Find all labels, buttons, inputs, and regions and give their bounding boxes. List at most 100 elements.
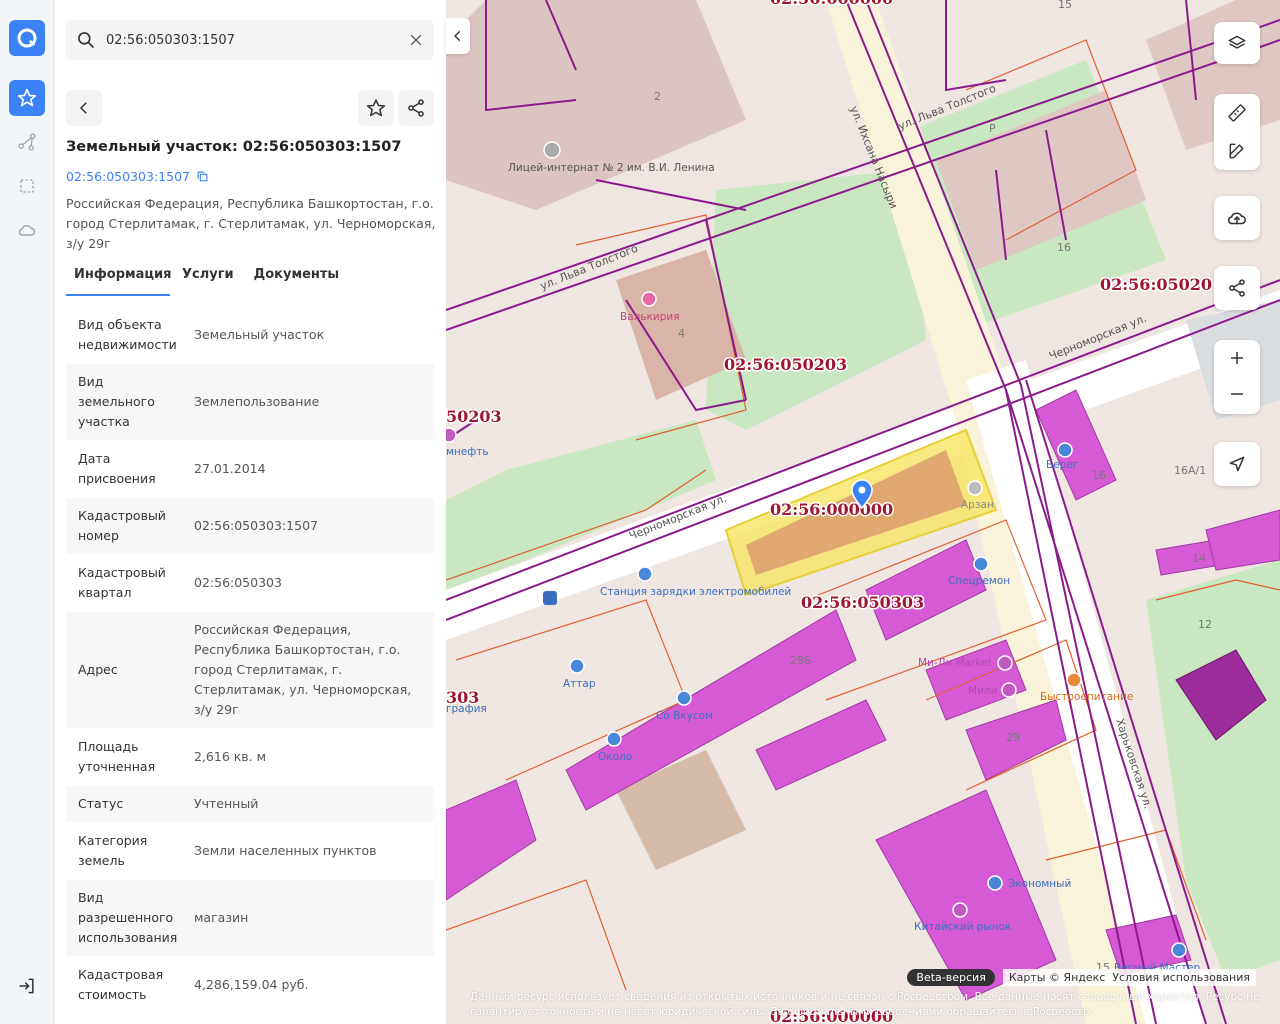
property-key: Вид объекта недвижимости — [78, 317, 177, 352]
share-icon — [1229, 279, 1245, 297]
terms-link[interactable]: Условия использования — [1112, 971, 1250, 984]
property-key: Кадастровый квартал — [78, 565, 166, 600]
favorite-button[interactable] — [358, 90, 394, 126]
star-icon — [366, 99, 386, 117]
commercial-building — [755, 699, 887, 791]
select-area-nav-button[interactable] — [9, 168, 45, 204]
disclaimer-text: Данный ресурс использует сведения из отк… — [470, 991, 1260, 1018]
place-pin — [952, 902, 968, 918]
attribution-text[interactable]: Карты © Яндекс — [1009, 971, 1106, 984]
logout-button[interactable] — [9, 968, 45, 1004]
property-value: 27.01.2014 — [194, 461, 266, 476]
map-canvas[interactable]: 02:56:050203 02:56:050303 02:56:000000 0… — [446, 0, 1280, 1024]
share-map-control[interactable] — [1214, 266, 1260, 310]
place-pin — [543, 591, 557, 605]
quarter-label: 02:56:050203 — [724, 355, 847, 374]
place-pin — [987, 875, 1003, 891]
cloud-nav-button[interactable] — [9, 212, 45, 248]
commercial-building — [446, 779, 537, 901]
cadastral-map[interactable]: 02:56:050203 02:56:050303 02:56:000000 0… — [446, 0, 1280, 1024]
chevron-left-icon — [454, 30, 461, 42]
place-label: Валькирия — [620, 311, 680, 323]
edit-icon — [1229, 143, 1244, 159]
property-row: Площадь уточненная 2,616 кв. м — [66, 729, 434, 786]
search-input[interactable] — [106, 20, 396, 60]
plus-icon — [1231, 352, 1243, 364]
share-map-button[interactable] — [1214, 266, 1260, 310]
house-number: 4 — [678, 327, 685, 340]
place-pin — [641, 291, 657, 307]
yandex-attribution: Карты © Яндекс Условия использования — [1002, 969, 1256, 986]
star-icon — [17, 88, 37, 107]
layers-control[interactable] — [1214, 22, 1260, 64]
commercial-building — [1205, 509, 1280, 571]
place-label: Станция зарядки электромобилей — [600, 586, 791, 598]
property-key: Кадастровый номер — [78, 508, 166, 543]
copy-icon[interactable] — [196, 170, 209, 183]
minus-icon — [1231, 393, 1243, 395]
house-number: 16А/1 — [1174, 464, 1206, 477]
upload-control[interactable] — [1214, 196, 1260, 240]
place-label: Берег — [1046, 459, 1078, 471]
app-logo[interactable] — [9, 20, 45, 56]
property-value: 2,616 кв. м — [194, 749, 267, 764]
property-row: Кадастровая стоимость 4,286,159.04 руб. — [66, 957, 434, 1014]
place-pin — [569, 658, 585, 674]
property-key: Вид земельного участка — [78, 374, 155, 429]
property-value: 4,286,159.04 руб. — [194, 977, 309, 992]
place-pin — [997, 655, 1013, 671]
favorites-nav-button[interactable] — [9, 80, 45, 116]
place-label: Со Вкусом — [656, 710, 713, 722]
info-panel: Земельный участок: 02:56:050303:1507 02:… — [54, 0, 446, 1024]
property-value: Земли населенных пунктов — [194, 843, 377, 858]
house-number: 15 — [1058, 0, 1072, 11]
property-key: Площадь уточненная — [78, 739, 156, 774]
property-value: Российская Федерация, Республика Башкорт… — [194, 622, 412, 717]
clear-search-icon[interactable] — [408, 32, 424, 48]
share-icon — [408, 99, 424, 117]
ruler-icon — [1228, 104, 1246, 122]
house-number: 14 — [1192, 552, 1206, 565]
ruler-button[interactable] — [1214, 95, 1260, 131]
tab-documents[interactable]: Документы — [246, 262, 348, 296]
place-label: графия — [446, 703, 487, 715]
house-number: 16 — [1057, 241, 1071, 254]
house-number: 29 — [1006, 731, 1020, 744]
property-row: Кадастровый номер 02:56:050303:1507 — [66, 498, 434, 555]
property-value: Земельный участок — [194, 327, 325, 342]
beta-badge: Beta-версия — [907, 969, 995, 986]
property-row: Вид объекта недвижимости Земельный участо… — [66, 307, 434, 364]
navigation-arrow-icon — [1229, 456, 1245, 472]
layers-button[interactable] — [1214, 22, 1260, 64]
share-button[interactable] — [398, 90, 434, 126]
route-nav-button[interactable] — [9, 124, 45, 160]
place-label: Спецремон — [948, 575, 1010, 587]
collapse-panel-button[interactable] — [446, 18, 470, 54]
quarter-label: 02:56:000000 — [770, 0, 893, 8]
search-icon — [78, 32, 95, 49]
map-attribution: Beta-версия Карты © Яндекс Условия испол… — [907, 969, 1256, 986]
page-title: Земельный участок: 02:56:050303:1507 — [66, 139, 402, 155]
property-row: Дата присвоения 27.01.2014 — [66, 441, 434, 498]
cadastral-number-text[interactable]: 02:56:050303:1507 — [66, 169, 190, 184]
tab-information[interactable]: Информация — [66, 262, 172, 296]
zoom-in-button[interactable] — [1214, 340, 1260, 376]
geolocation-control[interactable] — [1214, 442, 1260, 486]
place-label: мнефть — [446, 446, 489, 458]
place-pin — [676, 690, 692, 706]
place-pin — [973, 556, 989, 572]
house-number: 2 — [654, 90, 661, 103]
back-button[interactable] — [66, 90, 102, 126]
place-label: Лицей-интернат № 2 им. В.И. Ленина — [508, 162, 715, 174]
upload-button[interactable] — [1214, 196, 1260, 240]
property-key: Кадастровая стоимость — [78, 967, 164, 1002]
geolocation-button[interactable] — [1214, 442, 1260, 486]
property-key: Категория земель — [78, 833, 148, 868]
commercial-building — [925, 639, 1027, 721]
tab-services[interactable]: Услуги — [174, 262, 242, 296]
edit-button[interactable] — [1214, 133, 1260, 169]
place-pin — [543, 141, 561, 159]
cadastral-number-link[interactable]: 02:56:050303:1507 — [66, 169, 209, 184]
zoom-out-button[interactable] — [1214, 376, 1260, 412]
place-pin — [637, 566, 653, 582]
